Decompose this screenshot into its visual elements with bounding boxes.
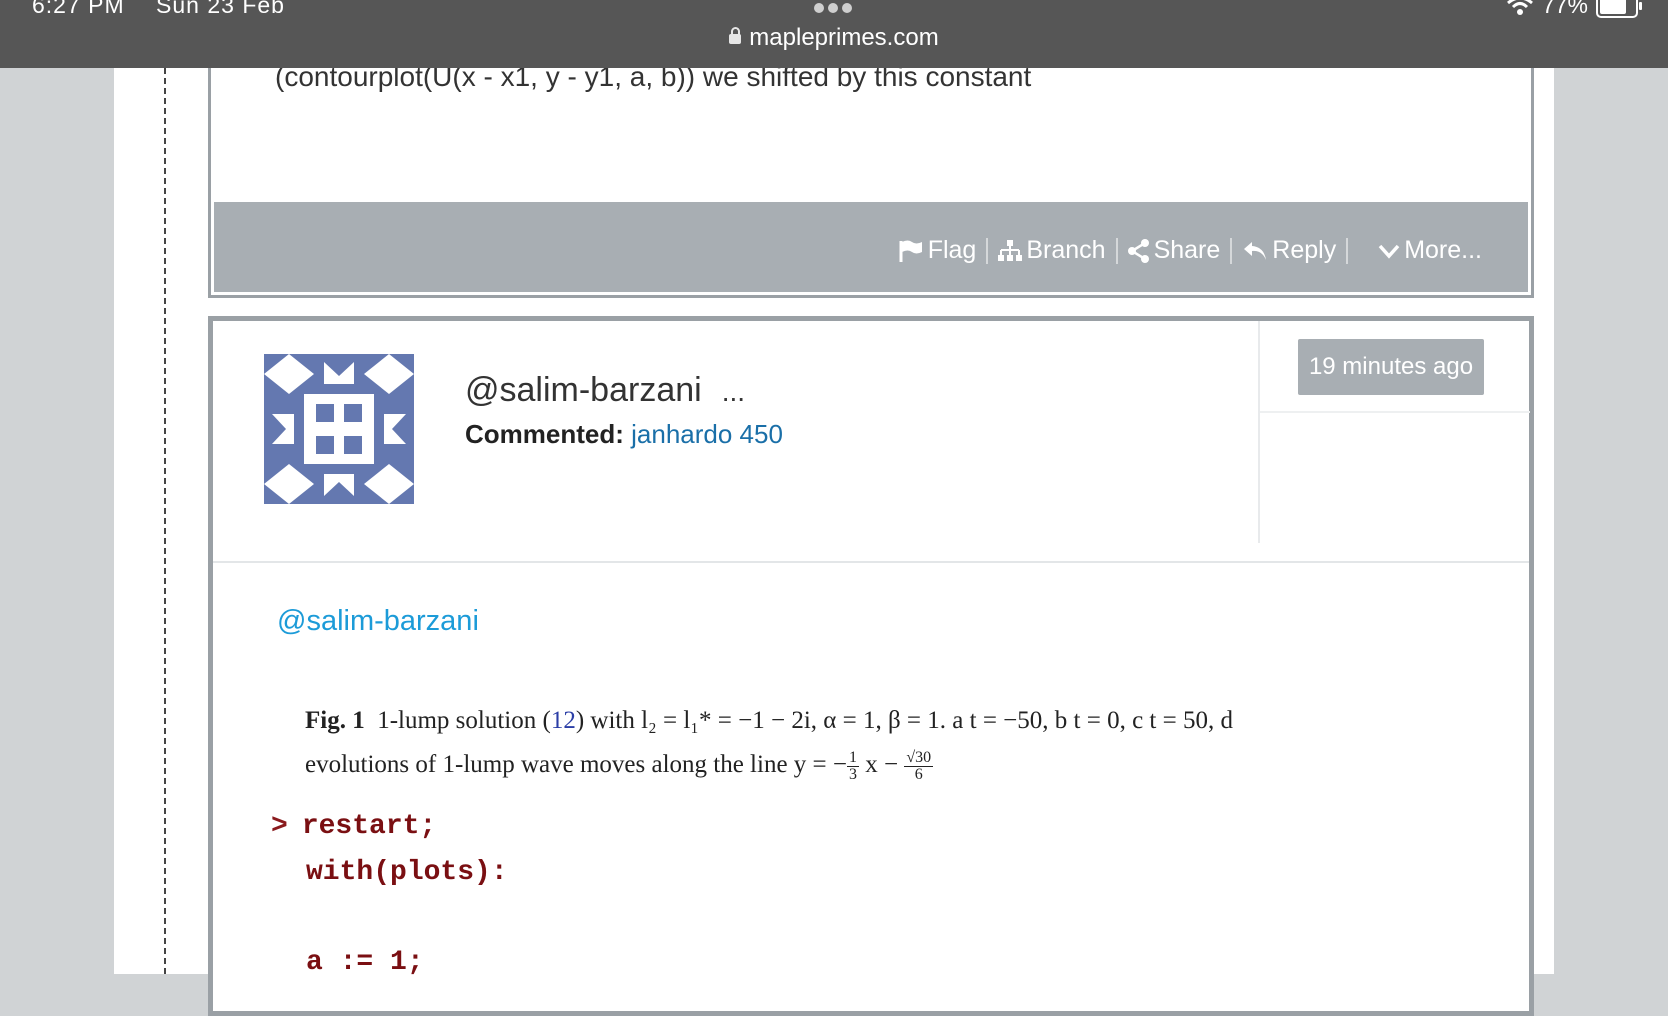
more-button[interactable]: More... xyxy=(1368,236,1492,265)
battery-percent: 77% xyxy=(1541,0,1588,18)
meta-divider xyxy=(1260,411,1530,413)
flag-button[interactable]: Flag xyxy=(888,236,987,265)
status-time-date: 6:27 PM Sun 23 Feb xyxy=(32,0,309,19)
status-time: 6:27 PM xyxy=(32,0,125,18)
status-right: 77% xyxy=(1506,0,1642,19)
flag-label: Flag xyxy=(927,236,977,264)
tab-overview-dots-icon[interactable] xyxy=(814,0,856,13)
user-mention-link[interactable]: @salim-barzani xyxy=(277,605,479,638)
equation-ref: 12 xyxy=(550,707,576,734)
fraction-one-third: 13 xyxy=(847,748,859,783)
branch-button[interactable]: Branch xyxy=(988,236,1115,265)
reply-label: Reply xyxy=(1272,236,1337,264)
more-label: More... xyxy=(1404,236,1482,264)
commented-label: Commented: xyxy=(465,419,624,449)
reply-button[interactable]: Reply xyxy=(1232,236,1346,265)
post-action-bar: Flag Branch Share Reply More... xyxy=(214,202,1528,292)
chevron-down-icon xyxy=(1378,244,1400,259)
url-text: mapleprimes.com xyxy=(749,24,939,51)
fraction-sqrt30-over-6: √30 6 xyxy=(904,748,934,783)
maple-code-line: > restart; xyxy=(271,811,437,842)
thread-indent-line xyxy=(164,68,166,974)
share-icon xyxy=(1127,238,1149,263)
author-name: @salim-barzani xyxy=(465,371,702,409)
maple-prompt: > xyxy=(271,811,288,842)
wifi-icon xyxy=(1506,0,1533,15)
address-bar[interactable]: mapleprimes.com xyxy=(0,24,1668,52)
time-ago-badge: 19 minutes ago xyxy=(1298,339,1484,395)
maple-code-line: a := 1; xyxy=(306,947,424,978)
figure-caption-image: Fig. 1 1-lump solution (12) with l₂ = l₁… xyxy=(305,699,1425,787)
share-button[interactable]: Share xyxy=(1118,236,1231,265)
comment-header: @salim-barzani... Commented: janhardo 45… xyxy=(213,321,1530,563)
sitemap-icon xyxy=(998,239,1023,261)
commented-on-link[interactable]: janhardo 450 xyxy=(631,419,783,449)
figure-caption-line1: Fig. 1 1-lump solution (12) with l₂ = l₁… xyxy=(305,707,1233,734)
figure-caption-line2: evolutions of 1-lump wave moves along th… xyxy=(305,748,934,783)
author-menu-ellipsis[interactable]: ... xyxy=(722,376,745,407)
avatar[interactable] xyxy=(264,354,414,504)
flag-icon xyxy=(899,240,922,262)
browser-top-bar: 6:27 PM Sun 23 Feb 77% mapleprimes.com xyxy=(0,0,1668,68)
maple-code-line: with(plots): xyxy=(306,857,508,888)
branch-label: Branch xyxy=(1026,236,1106,264)
share-label: Share xyxy=(1153,236,1221,264)
previous-post-card: (contourplot(U(x - x1, y - y1, a, b)) we… xyxy=(208,40,1534,298)
battery-icon xyxy=(1596,0,1642,18)
commented-on-line: Commented: janhardo 450 xyxy=(465,419,783,450)
comment-author[interactable]: @salim-barzani... xyxy=(465,371,745,410)
reply-icon xyxy=(1244,241,1267,260)
comment-card: @salim-barzani... Commented: janhardo 45… xyxy=(208,316,1534,1016)
lock-icon xyxy=(729,27,742,44)
status-date: Sun 23 Feb xyxy=(156,0,285,18)
figure-label: Fig. 1 xyxy=(305,707,365,734)
comment-meta: 19 minutes ago xyxy=(1258,321,1530,543)
